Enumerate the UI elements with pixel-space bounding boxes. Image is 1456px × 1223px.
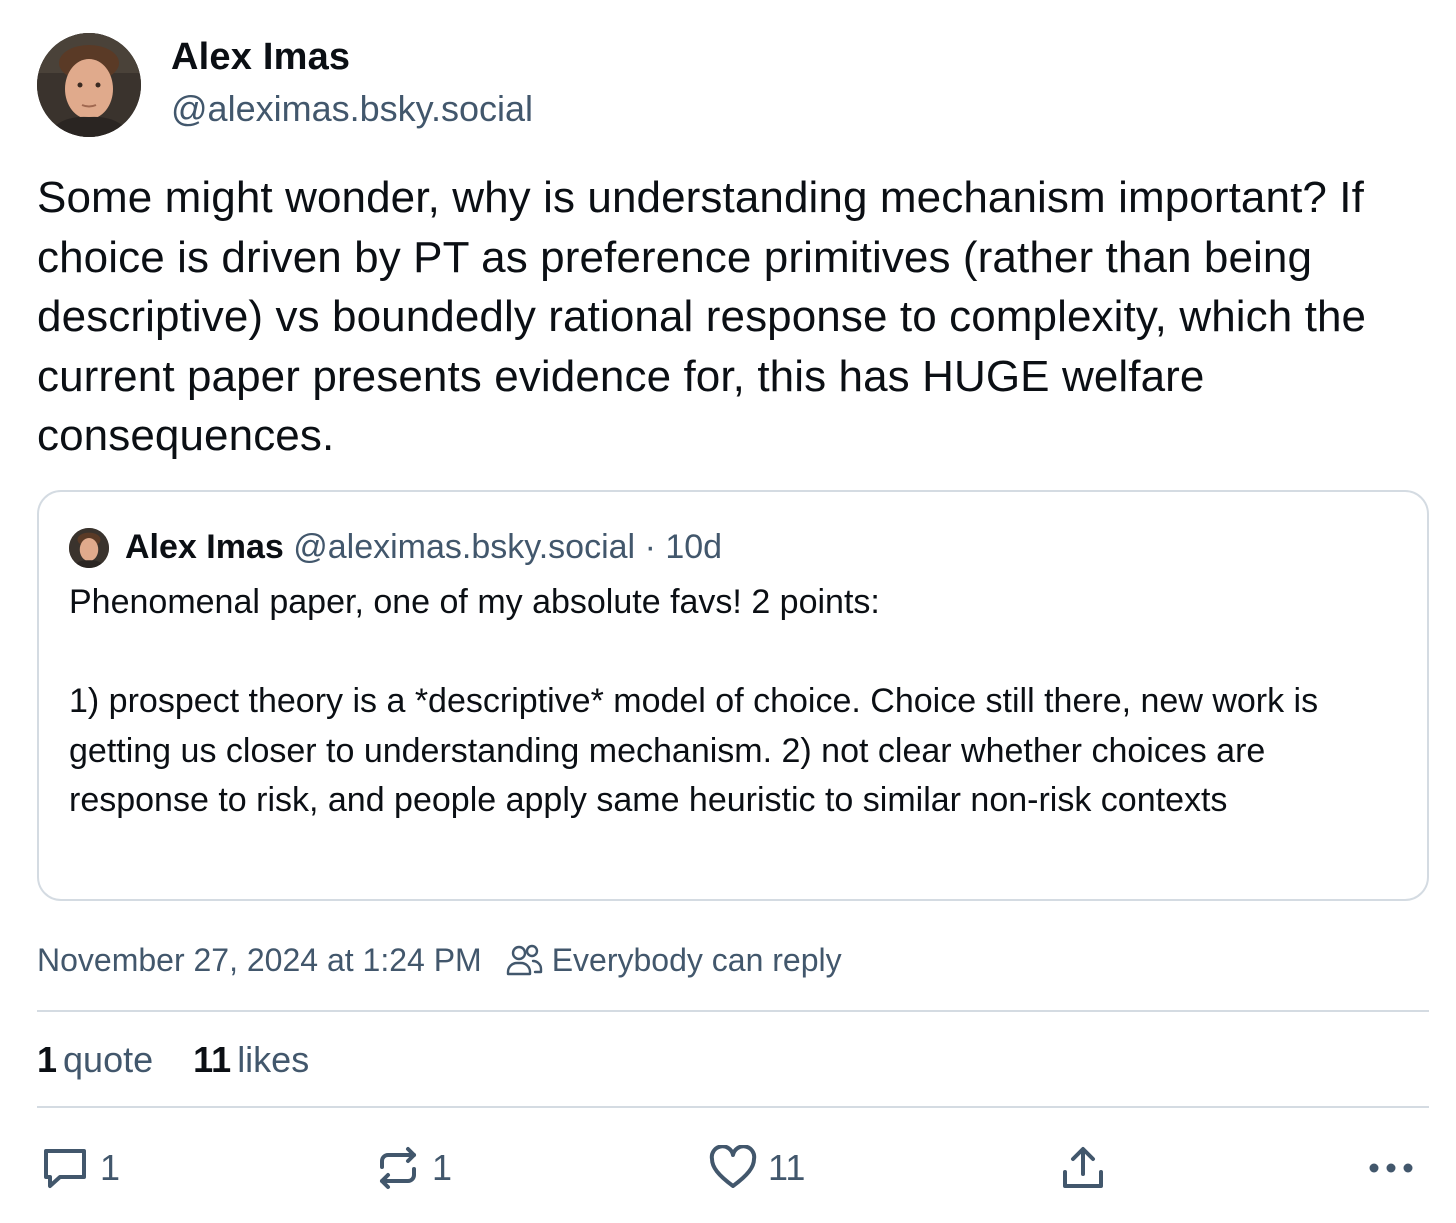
quotes-stat[interactable]: 1 quote bbox=[37, 1039, 153, 1081]
like-button[interactable]: 11 bbox=[708, 1142, 805, 1194]
quoted-author-handle[interactable]: @aleximas.bsky.social bbox=[293, 528, 635, 566]
likes-stat[interactable]: 11 likes bbox=[193, 1039, 309, 1081]
meta-separator: · bbox=[644, 528, 656, 566]
quoted-post-card[interactable]: Alex Imas @aleximas.bsky.social · 10d Ph… bbox=[37, 490, 1429, 901]
post-text: Some might wonder, why is understanding … bbox=[37, 173, 1367, 460]
more-options-button[interactable] bbox=[1366, 1142, 1416, 1194]
post-stats: 1 quote 11 likes bbox=[37, 1036, 349, 1084]
repost-count: 1 bbox=[432, 1147, 453, 1188]
reply-icon bbox=[44, 1149, 86, 1188]
quoted-post-time[interactable]: 10d bbox=[665, 528, 722, 566]
likes-label: likes bbox=[237, 1039, 310, 1080]
author-name[interactable]: Alex Imas bbox=[171, 36, 350, 79]
author-handle[interactable]: @aleximas.bsky.social bbox=[171, 88, 533, 130]
repost-icon bbox=[380, 1147, 416, 1189]
quotes-label: quote bbox=[63, 1039, 154, 1080]
reply-button[interactable]: 1 bbox=[40, 1142, 120, 1194]
people-icon bbox=[506, 944, 542, 976]
reply-count: 1 bbox=[100, 1147, 121, 1188]
divider bbox=[37, 1010, 1429, 1012]
like-icon bbox=[709, 1145, 757, 1188]
post-thread-item: Alex Imas @aleximas.bsky.social Some mig… bbox=[0, 0, 1456, 1223]
reply-setting[interactable]: Everybody can reply bbox=[552, 942, 842, 979]
quotes-count: 1 bbox=[37, 1039, 58, 1080]
quoted-post-text: Phenomenal paper, one of my absolute fav… bbox=[69, 583, 1319, 819]
post-timestamp[interactable]: November 27, 2024 at 1:24 PM bbox=[37, 942, 482, 979]
like-count: 11 bbox=[768, 1147, 806, 1188]
author-avatar[interactable] bbox=[37, 33, 141, 137]
quoted-post-header: Alex Imas @aleximas.bsky.social · 10d bbox=[125, 526, 722, 568]
share-icon bbox=[1063, 1147, 1103, 1188]
repost-button[interactable]: 1 bbox=[374, 1142, 452, 1194]
divider bbox=[37, 1106, 1429, 1108]
post-meta-row: November 27, 2024 at 1:24 PM Everybody c… bbox=[37, 938, 842, 982]
quoted-author-avatar[interactable] bbox=[69, 528, 109, 568]
likes-count: 11 bbox=[193, 1039, 232, 1080]
share-button[interactable] bbox=[1060, 1142, 1106, 1194]
quoted-author-name[interactable]: Alex Imas bbox=[125, 528, 284, 566]
more-icon bbox=[1369, 1163, 1413, 1173]
